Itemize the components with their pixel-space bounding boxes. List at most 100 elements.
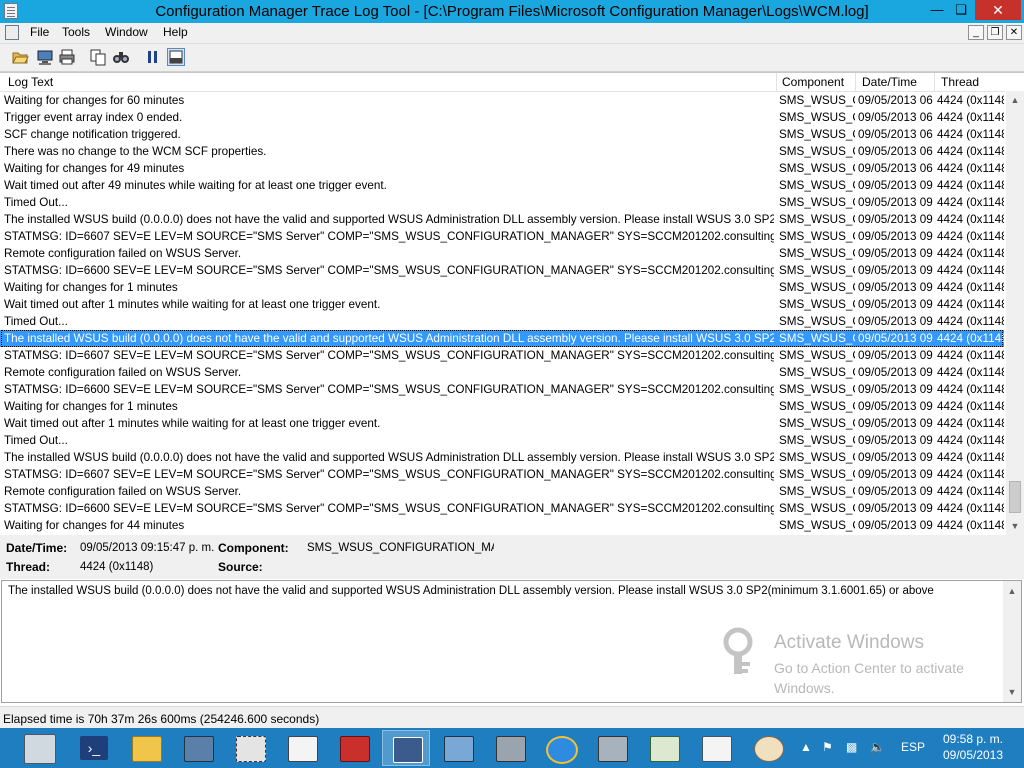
log-row[interactable]: The installed WSUS build (0.0.0.0) does … <box>0 330 1004 347</box>
log-row[interactable]: Timed Out... SMS_WSUS_C 09/05/2013 09 4424 … <box>0 194 1004 211</box>
log-row[interactable]: Wait timed out after 1 minutes while wai… <box>0 415 1004 432</box>
scroll-up-icon[interactable]: ▲ <box>1008 93 1022 107</box>
datetime-cell: 09/05/2013 09 <box>858 366 933 379</box>
log-row[interactable]: Timed Out... SMS_WSUS_C 09/05/2013 09 4424 … <box>0 432 1004 449</box>
component-cell: SMS_WSUS_C <box>779 383 855 396</box>
server-manager-icon[interactable] <box>18 730 62 766</box>
log-row[interactable]: STATMSG: ID=6607 SEV=E LEV=M SOURCE="SMS… <box>0 347 1004 364</box>
toolbox-icon[interactable] <box>330 730 378 766</box>
log-row[interactable]: STATMSG: ID=6607 SEV=E LEV=M SOURCE="SMS… <box>0 228 1004 245</box>
column-header-thread[interactable]: Thread <box>941 75 979 89</box>
powershell-icon[interactable]: ›_ <box>70 730 118 766</box>
mail-icon[interactable] <box>692 730 740 766</box>
component-cell: SMS_WSUS_C <box>779 230 855 243</box>
open-folder-icon[interactable] <box>11 48 29 66</box>
performance-monitor-icon[interactable] <box>278 730 326 766</box>
log-row[interactable]: STATMSG: ID=6600 SEV=E LEV=M SOURCE="SMS… <box>0 262 1004 279</box>
log-row[interactable]: Remote configuration failed on WSUS Serv… <box>0 483 1004 500</box>
menu-help[interactable]: Help <box>163 25 188 39</box>
copy-icon[interactable] <box>89 48 107 66</box>
scroll-thumb[interactable] <box>1009 481 1021 513</box>
mdi-minimize-button[interactable]: _ <box>968 25 984 40</box>
column-header-log-text[interactable]: Log Text <box>8 75 53 89</box>
log-row[interactable]: The installed WSUS build (0.0.0.0) does … <box>0 211 1004 228</box>
document-icon[interactable] <box>5 25 19 40</box>
log-row[interactable]: Wait timed out after 1 minutes while wai… <box>0 296 1004 313</box>
mdi-close-button[interactable]: ✕ <box>1006 25 1022 40</box>
pause-icon[interactable] <box>144 48 162 66</box>
log-list-scrollbar[interactable]: ▲ ▼ <box>1006 91 1024 535</box>
log-row[interactable]: Remote configuration failed on WSUS Serv… <box>0 245 1004 262</box>
menu-tools[interactable]: Tools <box>62 25 90 39</box>
datetime-cell: 09/05/2013 06 <box>858 145 933 158</box>
message-text: The installed WSUS build (0.0.0.0) does … <box>8 585 934 597</box>
thread-cell: 4424 (0x1148 <box>937 485 1004 498</box>
component-cell: SMS_WSUS_C <box>779 502 855 515</box>
scroll-up-icon[interactable]: ▲ <box>1005 584 1019 598</box>
datetime-cell: 09/05/2013 09 <box>858 485 933 498</box>
user-manager-icon[interactable] <box>382 730 430 766</box>
log-row[interactable]: Timed Out... SMS_WSUS_C 09/05/2013 09 4424 … <box>0 313 1004 330</box>
log-row[interactable]: STATMSG: ID=6607 SEV=E LEV=M SOURCE="SMS… <box>0 466 1004 483</box>
file-transfer-icon[interactable] <box>640 730 688 766</box>
remote-desktop-icon[interactable] <box>434 730 482 766</box>
thread-cell: 4424 (0x1148 <box>937 94 1004 107</box>
component-cell: SMS_WSUS_C <box>779 213 855 226</box>
column-divider[interactable] <box>855 73 856 91</box>
scroll-down-icon[interactable]: ▼ <box>1008 519 1022 533</box>
thread-cell: 4424 (0x1148 <box>937 264 1004 277</box>
menu-window[interactable]: Window <box>105 25 148 39</box>
log-row[interactable]: SCF change notification triggered. SMS_WS… <box>0 126 1004 143</box>
preview-pane-icon[interactable] <box>167 48 185 66</box>
volume-icon[interactable]: 🔈 <box>870 740 885 754</box>
log-row[interactable]: STATMSG: ID=6600 SEV=E LEV=M SOURCE="SMS… <box>0 500 1004 517</box>
log-row[interactable]: Waiting for changes for 49 minutes SMS_WS… <box>0 160 1004 177</box>
source-label: Source: <box>218 560 263 574</box>
file-explorer-icon[interactable] <box>122 730 170 766</box>
log-row[interactable]: Waiting for changes for 1 minutes SMS_WSU… <box>0 398 1004 415</box>
log-row[interactable]: There was no change to the WCM SCF prope… <box>0 143 1004 160</box>
log-row[interactable]: Remote configuration failed on WSUS Serv… <box>0 364 1004 381</box>
component-cell: SMS_WSUS_C <box>779 145 855 158</box>
log-row[interactable]: Waiting for changes for 44 minutes SMS_WS… <box>0 517 1004 534</box>
column-header-datetime[interactable]: Date/Time <box>862 75 917 89</box>
menu-bar: File Tools Window Help _ ❐ ✕ <box>0 23 1024 44</box>
datetime-cell: 09/05/2013 09 <box>858 247 933 260</box>
print-icon[interactable] <box>58 48 76 66</box>
menu-file[interactable]: File <box>30 25 49 39</box>
details-panel: Date/Time: 09/05/2013 09:15:47 p. m. Com… <box>0 535 1024 579</box>
servers-icon[interactable] <box>486 730 534 766</box>
sccm-console-icon[interactable] <box>174 730 222 766</box>
column-header-component[interactable]: Component <box>782 75 844 89</box>
log-row[interactable]: Waiting for changes for 1 minutes SMS_WSU… <box>0 279 1004 296</box>
mdi-restore-button[interactable]: ❐ <box>987 25 1003 40</box>
server-group-icon[interactable] <box>588 730 636 766</box>
log-rows: Waiting for changes for 60 minutes SMS_WS… <box>0 92 1004 534</box>
maximize-button[interactable]: ❏ <box>950 0 972 20</box>
column-divider[interactable] <box>934 73 935 91</box>
log-row[interactable]: The installed WSUS build (0.0.0.0) does … <box>0 449 1004 466</box>
find-icon[interactable] <box>112 48 130 66</box>
tools-icon[interactable] <box>226 730 274 766</box>
title-bar[interactable]: Configuration Manager Trace Log Tool - [… <box>0 0 1024 23</box>
paint-icon[interactable] <box>744 730 792 766</box>
component-cell: SMS_WSUS_C <box>779 400 855 413</box>
clock[interactable]: 09:58 p. m. 09/05/2013 <box>928 731 1018 763</box>
show-hidden-icons-icon[interactable]: ▲ <box>800 740 812 754</box>
column-divider[interactable] <box>776 73 777 91</box>
language-indicator[interactable]: ESP <box>901 740 925 754</box>
log-row[interactable]: STATMSG: ID=6600 SEV=E LEV=M SOURCE="SMS… <box>0 381 1004 398</box>
datetime-cell: 09/05/2013 06 <box>858 111 933 124</box>
open-remote-icon[interactable] <box>36 48 54 66</box>
minimize-button[interactable]: — <box>926 0 948 20</box>
component-cell: SMS_WSUS_C <box>779 281 855 294</box>
log-row[interactable]: Wait timed out after 49 minutes while wa… <box>0 177 1004 194</box>
log-row[interactable]: Waiting for changes for 60 minutes SMS_WS… <box>0 92 1004 109</box>
log-row[interactable]: Trigger event array index 0 ended. SMS_WS… <box>0 109 1004 126</box>
action-center-icon[interactable]: ⚑ <box>822 740 833 754</box>
close-button[interactable]: ✕ <box>975 0 1021 20</box>
network-icon[interactable]: ▩ <box>846 740 857 754</box>
thread-cell: 4424 (0x1148 <box>937 383 1004 396</box>
log-list[interactable]: Log Text Component Date/Time Thread Wait… <box>0 72 1024 535</box>
internet-explorer-icon[interactable] <box>536 730 584 766</box>
